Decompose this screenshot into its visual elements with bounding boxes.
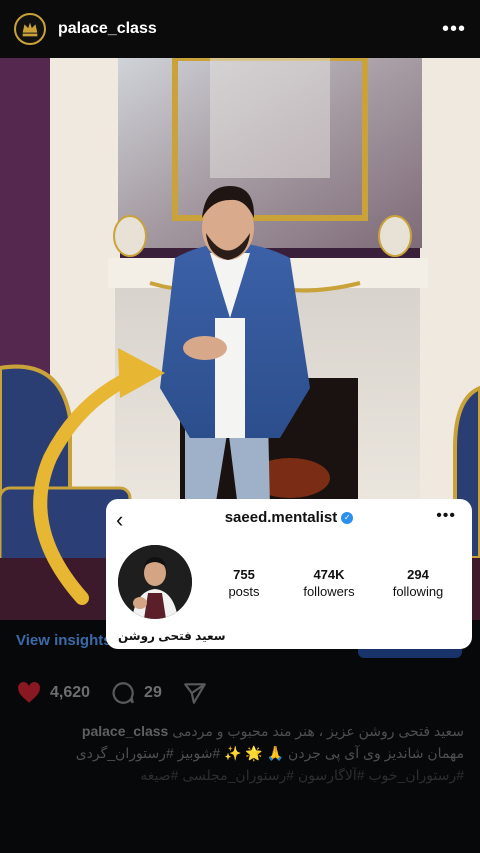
profile-more-icon[interactable]: ••• — [436, 507, 456, 525]
posts-label: posts — [228, 584, 260, 599]
profile-avatar-image — [118, 545, 192, 619]
comment-icon[interactable] — [110, 680, 136, 706]
post-actions: 4,620 29 — [16, 680, 208, 706]
caption-line-1: سعید فتحی روشن عزیز ، هنر مند محبوب و مر… — [16, 720, 464, 742]
profile-handle: saeed.mentalist — [224, 509, 338, 526]
posts-stat[interactable]: 755 posts — [219, 567, 269, 599]
following-stat[interactable]: 294 following — [388, 567, 448, 599]
followers-stat[interactable]: 474K followers — [294, 567, 364, 599]
post-header: palace_class ••• — [0, 0, 480, 58]
more-icon[interactable]: ••• — [442, 18, 466, 41]
followers-label: followers — [303, 584, 355, 599]
caption-text-1: سعید فتحی روشن عزیز ، هنر مند محبوب و مر… — [172, 723, 464, 739]
crown-logo-icon — [22, 22, 38, 37]
like-count[interactable]: 4,620 — [50, 684, 90, 702]
posts-count: 755 — [233, 567, 255, 582]
caption-line-2: مهمان شاندیز وی آی پی جردن 🙏 🌟 ✨ #شوبیز … — [75, 745, 464, 761]
followers-count: 474K — [313, 567, 345, 582]
post-caption: سعید فتحی روشن عزیز ، هنر مند محبوب و مر… — [16, 720, 464, 786]
following-count: 294 — [407, 567, 429, 582]
view-insights-link[interactable]: View insights — [16, 632, 112, 649]
profile-handle-row: saeed.mentalist ✓ — [106, 509, 472, 526]
following-label: following — [392, 584, 444, 599]
comment-count[interactable]: 29 — [144, 684, 162, 702]
profile-avatar[interactable] — [118, 545, 192, 619]
profile-card[interactable]: ‹ saeed.mentalist ✓ ••• 755 posts 474K fo… — [106, 499, 472, 649]
share-icon[interactable] — [182, 680, 208, 706]
account-username[interactable]: palace_class — [58, 20, 157, 38]
account-avatar[interactable] — [14, 13, 46, 45]
verified-badge-icon: ✓ — [341, 512, 354, 525]
profile-display-name: سعید فتحی روشن — [118, 629, 226, 643]
heart-icon[interactable] — [16, 680, 42, 706]
caption-line-3: #رستوران_خوب #آلاگارسون #رستوران_مجلسی #… — [140, 767, 464, 783]
caption-username[interactable]: palace_class — [82, 723, 168, 739]
